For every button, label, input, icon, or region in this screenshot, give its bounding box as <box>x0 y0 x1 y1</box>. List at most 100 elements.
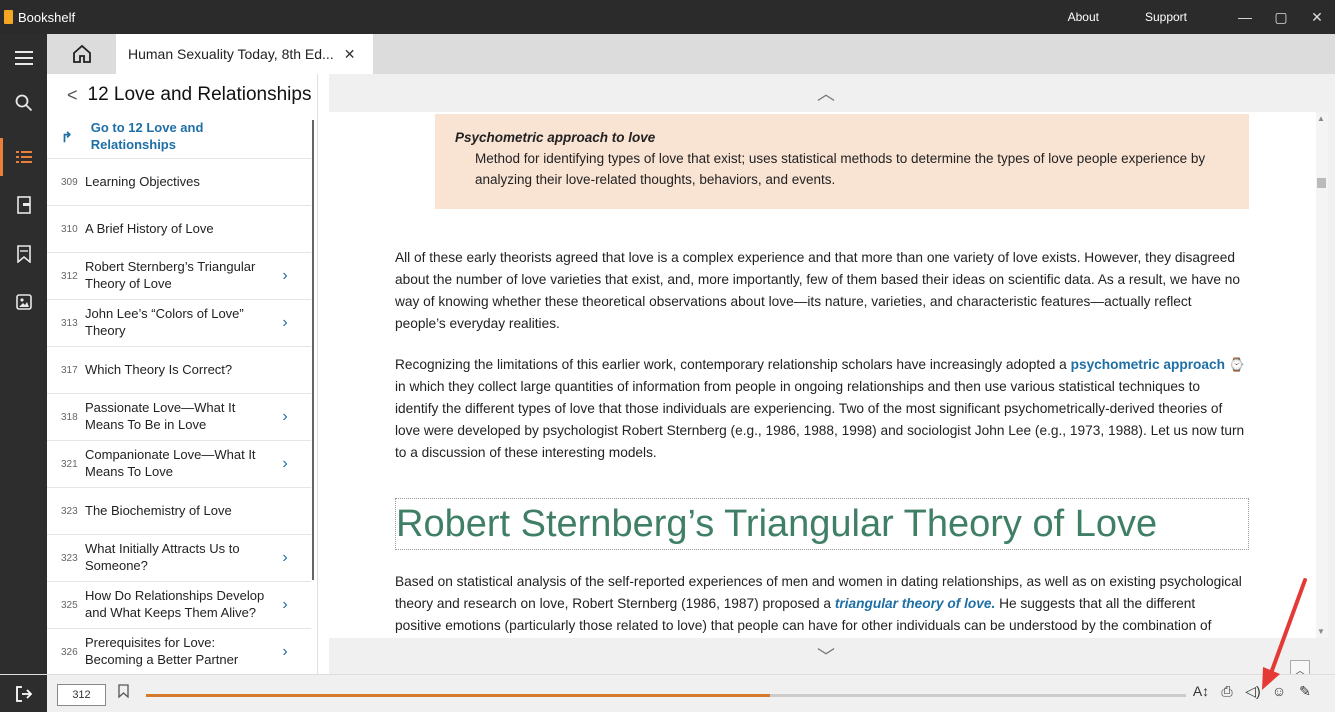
toc-scrollbar[interactable] <box>312 120 314 580</box>
feedback-icon[interactable]: ☺ <box>1270 683 1288 700</box>
close-window-icon[interactable]: ✕ <box>1299 9 1335 26</box>
toc-item[interactable]: 323 What Initially Attracts Us to Someone… <box>47 535 311 582</box>
reader-area: ︿ Psychometric approach to love Method f… <box>329 74 1335 674</box>
bookmark-icon[interactable] <box>0 234 47 274</box>
page-down-chevron-icon[interactable]: ﹀ <box>329 638 1323 674</box>
reader-tools: A↕ ⎙ ◁) ☺ ✎ <box>1192 683 1314 700</box>
chevron-left-icon[interactable]: < <box>67 85 78 106</box>
left-rail <box>0 34 47 712</box>
toc-item-page: 318 <box>61 411 78 423</box>
scroll-down-icon[interactable]: ▼ <box>1317 627 1325 636</box>
toc-item[interactable]: 326 Prerequisites for Love: Becoming a Be… <box>47 629 311 674</box>
scroll-thumb[interactable] <box>1317 178 1326 188</box>
toc-item[interactable]: 325 How Do Relationships Develop and What… <box>47 582 311 629</box>
toc-item[interactable]: 309 Learning Objectives <box>47 159 311 206</box>
media-icon[interactable] <box>0 282 47 322</box>
toc-item-label: Companionate Love—What It Means To Love <box>85 447 256 479</box>
chevron-right-icon[interactable]: › <box>270 408 300 426</box>
home-icon[interactable] <box>47 34 116 74</box>
tab-strip: Human Sexuality Today, 8th Ed... ✕ <box>47 34 1335 74</box>
toc-item-label: Robert Sternberg’s Triangular Theory of … <box>85 259 256 291</box>
toc-item-label: How Do Relationships Develop and What Ke… <box>85 588 265 620</box>
paragraph-3: Based on statistical analysis of the sel… <box>395 571 1245 638</box>
chevron-right-icon[interactable]: › <box>270 314 300 332</box>
book-tab[interactable]: Human Sexuality Today, 8th Ed... ✕ <box>116 34 373 74</box>
triangular-theory-link[interactable]: triangular theory of love. <box>835 596 995 611</box>
toc-item[interactable]: 321 Companionate Love—What It Means To Lo… <box>47 441 311 488</box>
toc-item-page: 313 <box>61 317 78 329</box>
toc-header[interactable]: < 12 Love and Relationships <box>47 74 317 116</box>
toc-item-page: 326 <box>61 646 78 658</box>
toc-item-label: Which Theory Is Correct? <box>85 361 233 377</box>
notes-icon[interactable]: ✎ <box>1296 683 1314 700</box>
exit-book-icon[interactable] <box>0 675 47 712</box>
support-link[interactable]: Support <box>1145 10 1187 24</box>
toc-item-label: The Biochemistry of Love <box>85 502 232 518</box>
app-title-text: Bookshelf <box>18 9 76 25</box>
page-up-chevron-icon[interactable]: ︿ <box>329 74 1323 112</box>
text-size-icon[interactable]: A↕ <box>1192 683 1210 700</box>
toc-item-label: Prerequisites for Love: Becoming a Bette… <box>85 635 239 667</box>
chevron-right-icon[interactable]: › <box>270 549 300 567</box>
toc-chapter-title: 12 Love and Relationships <box>87 84 312 105</box>
page-number-input[interactable]: 312 <box>57 684 106 706</box>
close-tab-icon[interactable]: ✕ <box>344 46 356 63</box>
paragraph-2: Recognizing the limitations of this earl… <box>395 354 1245 464</box>
print-icon[interactable]: ⎙ <box>1218 683 1236 700</box>
read-aloud-icon[interactable]: ◁) <box>1244 683 1262 700</box>
section-heading: Robert Sternberg’s Triangular Theory of … <box>395 498 1249 550</box>
page-scrollbar[interactable]: ▲ ▼ <box>1316 112 1328 638</box>
menu-icon[interactable] <box>0 38 47 78</box>
paragraph-2-text-b: in which they collect large quantities o… <box>395 378 1245 460</box>
page-content: Psychometric approach to love Method for… <box>329 112 1316 638</box>
paragraph-2-text-a: Recognizing the limitations of this earl… <box>395 357 1071 372</box>
go-to-chapter-label: Go to 12 Love and Relationships <box>90 120 204 152</box>
toc-item-label: John Lee’s “Colors of Love” Theory <box>85 306 244 338</box>
toc-item[interactable]: 323 The Biochemistry of Love <box>47 488 311 535</box>
bookshelf-logo-icon <box>4 10 13 24</box>
book-tab-title: Human Sexuality Today, 8th Ed... <box>128 46 334 62</box>
toc-item-page: 317 <box>61 364 78 376</box>
definition-text: Method for identifying types of love tha… <box>475 150 1206 187</box>
toc-item[interactable]: 313 John Lee’s “Colors of Love” Theory › <box>47 300 311 347</box>
bookmark-page-icon[interactable] <box>118 684 129 701</box>
toc-item-page: 325 <box>61 599 78 611</box>
chevron-right-icon[interactable]: › <box>270 455 300 473</box>
toc-item-label: Passionate Love—What It Means To Be in L… <box>85 400 236 432</box>
toc-item-label: What Initially Attracts Us to Someone? <box>85 541 240 573</box>
glossary-icon[interactable]: ⌚ <box>1229 357 1245 372</box>
paragraph-1: All of these early theorists agreed that… <box>395 250 1241 331</box>
app-title: Bookshelf <box>0 10 75 25</box>
maximize-icon[interactable]: ▢ <box>1263 9 1299 26</box>
toc-item[interactable]: 310 A Brief History of Love <box>47 206 311 253</box>
title-bar: Bookshelf About Support — ▢ ✕ <box>0 0 1335 34</box>
definition-term: Psychometric approach to love <box>455 130 656 145</box>
toc-item[interactable]: 318 Passionate Love—What It Means To Be i… <box>47 394 311 441</box>
go-to-arrow-icon: ↱ <box>61 128 73 145</box>
chevron-right-icon[interactable]: › <box>270 643 300 661</box>
psychometric-approach-link[interactable]: psychometric approach <box>1071 357 1225 372</box>
toc-item-page: 323 <box>61 505 78 517</box>
progress-fill <box>146 694 770 697</box>
minimize-icon[interactable]: — <box>1227 9 1263 25</box>
toc-list: 309 Learning Objectives 310 A Brief History… <box>47 159 317 674</box>
reading-progress-bar[interactable] <box>146 694 1186 697</box>
toc-item[interactable]: 317 Which Theory Is Correct? <box>47 347 311 394</box>
scroll-up-icon[interactable]: ▲ <box>1317 114 1325 123</box>
definition-box: Psychometric approach to love Method for… <box>435 114 1249 209</box>
toc-item-page: 323 <box>61 552 78 564</box>
toc-item-page: 321 <box>61 458 78 470</box>
toc-item-label: A Brief History of Love <box>85 220 214 236</box>
toc-item[interactable]: 312 Robert Sternberg’s Triangular Theory … <box>47 253 311 300</box>
about-link[interactable]: About <box>1068 10 1099 24</box>
page-icon[interactable] <box>0 185 47 225</box>
toc-icon[interactable] <box>0 137 47 177</box>
toc-item-label: Learning Objectives <box>85 173 200 189</box>
toc-item-page: 310 <box>61 223 78 235</box>
go-to-chapter-link[interactable]: ↱ Go to 12 Love and Relationships <box>47 116 311 159</box>
search-icon[interactable] <box>0 83 47 123</box>
chevron-right-icon[interactable]: › <box>270 267 300 285</box>
toc-item-page: 309 <box>61 176 78 188</box>
bookshelf-app: Bookshelf About Support — ▢ ✕ Human Sexu… <box>0 0 1335 712</box>
chevron-right-icon[interactable]: › <box>270 596 300 614</box>
